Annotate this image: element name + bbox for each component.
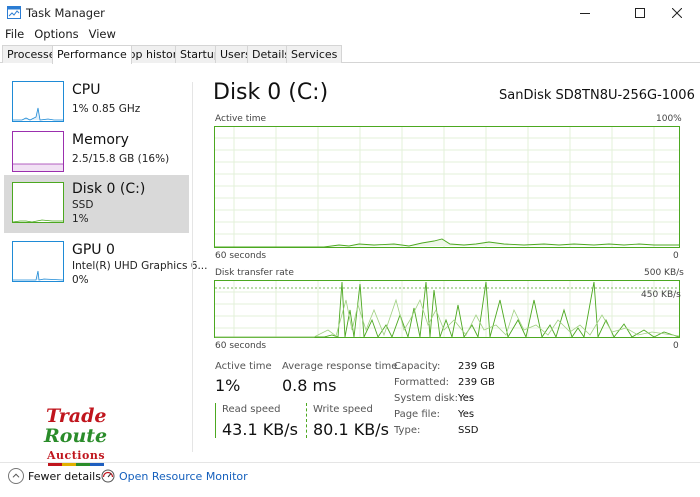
- disk-thumbnail-graph: [12, 182, 64, 223]
- fewer-details-button[interactable]: Fewer details: [28, 470, 101, 483]
- cpu-usage-summary: 1% 0.85 GHz: [72, 103, 141, 115]
- maximize-icon: [635, 8, 645, 18]
- resource-sidebar: CPU 1% 0.85 GHz Memory 2.5/15.8 GB (16%)…: [0, 64, 207, 454]
- disk-usage-percent: 1%: [72, 213, 89, 225]
- read-speed-label: Read speed: [222, 404, 281, 415]
- read-speed-value: 43.1 KB/s: [222, 420, 298, 439]
- sidebar-item-label: CPU: [72, 82, 101, 98]
- memory-usage-summary: 2.5/15.8 GB (16%): [72, 153, 170, 165]
- transfer-rate-max-label: 500 KB/s: [644, 268, 684, 278]
- write-speed-value: 80.1 KB/s: [313, 420, 389, 439]
- system-disk-value: Yes: [458, 393, 475, 404]
- close-icon: [672, 8, 682, 18]
- write-speed-indicator: [306, 403, 307, 438]
- sidebar-item-label: Memory: [72, 132, 129, 148]
- sidebar-divider: [192, 82, 193, 452]
- transfer-rate-reference-label: 450 KB/s: [641, 290, 681, 300]
- read-speed-indicator: [215, 403, 216, 438]
- sidebar-item-label: GPU 0: [72, 242, 115, 258]
- watermark-color-bar: [48, 463, 104, 466]
- gpu-model: Intel(R) UHD Graphics 6...: [72, 260, 208, 272]
- close-button[interactable]: [654, 0, 700, 26]
- sidebar-item-gpu[interactable]: GPU 0 Intel(R) UHD Graphics 6... 0%: [4, 236, 207, 292]
- active-time-max-label: 100%: [656, 114, 682, 124]
- sidebar-item-label: Disk 0 (C:): [72, 181, 146, 197]
- page-file-label: Page file:: [394, 409, 440, 420]
- active-time-stat-label: Active time: [215, 361, 272, 372]
- tab-services[interactable]: Services: [286, 45, 343, 63]
- resource-monitor-icon: [101, 469, 115, 483]
- transfer-rate-span-label: 60 seconds: [215, 341, 267, 351]
- active-time-min-label: 0: [673, 251, 679, 261]
- gpu-usage-percent: 0%: [72, 274, 89, 286]
- sidebar-item-cpu[interactable]: CPU 1% 0.85 GHz: [4, 76, 189, 132]
- menu-file[interactable]: File: [0, 27, 29, 43]
- transfer-rate-min-label: 0: [673, 341, 679, 351]
- task-manager-icon: [7, 6, 21, 19]
- tab-performance[interactable]: Performance: [52, 45, 132, 64]
- page-title: Disk 0 (C:): [213, 80, 329, 105]
- disk-model-name: SanDisk SD8TN8U-256G-1006: [499, 88, 695, 103]
- write-speed-label: Write speed: [313, 404, 373, 415]
- watermark-logo: Trade Route Auctions: [40, 405, 115, 466]
- menu-options[interactable]: Options: [29, 27, 83, 43]
- sidebar-item-disk[interactable]: Disk 0 (C:) SSD 1%: [4, 175, 189, 233]
- watermark-line-1: Trade: [46, 405, 107, 427]
- watermark-line-3: Auctions: [47, 449, 106, 462]
- active-time-graph-label: Active time: [215, 114, 267, 124]
- transfer-rate-graph: [214, 280, 680, 338]
- chevron-up-icon[interactable]: [8, 468, 24, 484]
- transfer-rate-graph-label: Disk transfer rate: [215, 268, 294, 278]
- minimize-icon: [580, 13, 590, 14]
- active-time-stat-value: 1%: [215, 376, 241, 395]
- gpu-thumbnail-graph: [12, 241, 64, 282]
- active-time-span-label: 60 seconds: [215, 251, 267, 261]
- footer-divider: [0, 462, 700, 463]
- page-file-value: Yes: [458, 409, 475, 420]
- disk-type: SSD: [72, 199, 94, 211]
- capacity-value: 239 GB: [458, 361, 495, 372]
- avg-response-stat-value: 0.8 ms: [282, 376, 337, 395]
- formatted-value: 239 GB: [458, 377, 495, 388]
- capacity-label: Capacity:: [394, 361, 441, 372]
- tab-bar: Processes Performance App history Startu…: [0, 45, 700, 64]
- window-title: Task Manager: [26, 6, 105, 20]
- open-resource-monitor-link[interactable]: Open Resource Monitor: [119, 470, 248, 483]
- menu-view[interactable]: View: [84, 27, 121, 43]
- type-label: Type:: [394, 425, 421, 436]
- active-time-graph: [214, 126, 680, 248]
- type-value: SSD: [458, 425, 479, 436]
- system-disk-label: System disk:: [394, 393, 458, 404]
- sidebar-item-memory[interactable]: Memory 2.5/15.8 GB (16%): [4, 126, 189, 182]
- minimize-button[interactable]: [562, 0, 608, 26]
- cpu-thumbnail-graph: [12, 81, 64, 122]
- title-bar: Task Manager: [0, 0, 700, 26]
- watermark-line-2: Route: [44, 425, 108, 447]
- memory-thumbnail-graph: [12, 131, 64, 172]
- menu-bar: File Options View: [0, 27, 300, 43]
- formatted-label: Formatted:: [394, 377, 450, 388]
- avg-response-stat-label: Average response time: [282, 361, 398, 372]
